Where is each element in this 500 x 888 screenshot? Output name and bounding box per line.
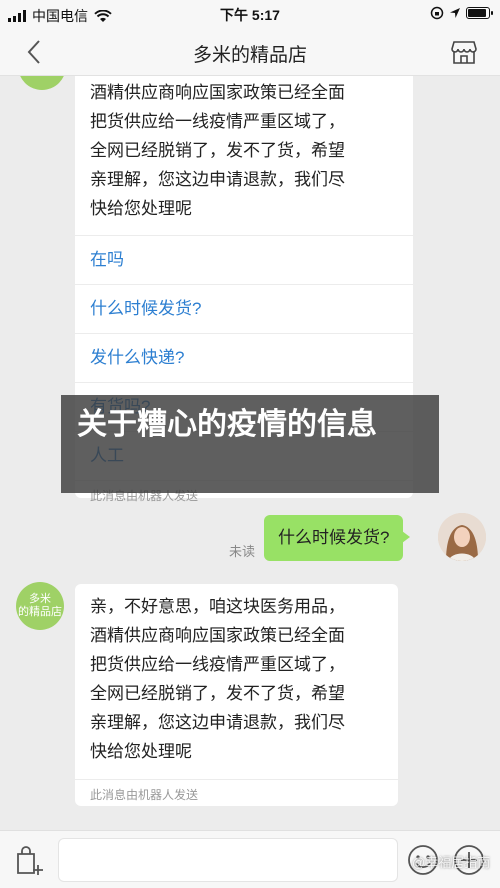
message-line: 全网已经脱销了，发不了货，希望 <box>90 684 345 703</box>
message-line: 把货供应给一线疫情严重区域了， <box>90 655 345 674</box>
quick-question-link[interactable]: 在吗 <box>75 236 413 284</box>
shop-avatar[interactable] <box>18 76 66 90</box>
user-photo-icon <box>438 513 486 561</box>
message-input[interactable] <box>58 838 398 882</box>
message-line: 亲理解，您这边申请退款，我们尽 <box>90 170 345 189</box>
message-line: 快给您处理呢 <box>90 742 192 761</box>
message-line: 全网已经脱销了，发不了货，希望 <box>90 141 345 160</box>
storefront-icon <box>451 41 477 64</box>
location-icon <box>450 8 460 18</box>
rotation-lock-icon <box>430 6 444 20</box>
user-avatar[interactable] <box>438 513 486 561</box>
shopping-bag-add-icon <box>17 846 43 875</box>
battery-icon <box>466 7 493 19</box>
message-line: 酒精供应商响应国家政策已经全面 <box>90 83 345 102</box>
bot-message-bubble: 亲，不好意思，咱这块医务用品， 酒精供应商响应国家政策已经全面 把货供应给一线疫… <box>75 584 398 806</box>
message-line: 亲理解，您这边申请退款，我们尽 <box>90 713 345 732</box>
shop-avatar[interactable]: 多米 的精品店 <box>16 582 64 630</box>
quick-question-link[interactable]: 什么时候发货? <box>75 285 413 333</box>
bot-note: 此消息由机器人发送 <box>75 779 398 809</box>
overlay-banner: 关于糟心的疫情的信息 <box>61 395 439 493</box>
status-time: 下午 5:17 <box>220 7 280 23</box>
message-line: 亲，不好意思，咱这块医务用品， <box>90 597 345 616</box>
watermark: @幸福居指南 <box>412 855 491 870</box>
cart-button[interactable] <box>12 843 46 877</box>
nav-bar: 多米的精品店 <box>0 28 500 76</box>
status-right <box>430 6 493 20</box>
message-line: 快给您处理呢 <box>90 199 192 218</box>
shop-avatar-text: 多米 的精品店 <box>18 593 62 618</box>
page-title: 多米的精品店 <box>192 45 307 66</box>
status-bar: 中国电信 下午 5:17 <box>0 0 500 28</box>
quick-question-link[interactable]: 发什么快递? <box>75 334 413 382</box>
user-message-bubble: 什么时候发货? <box>264 515 411 561</box>
message-line: 酒精供应商响应国家政策已经全面 <box>90 626 345 645</box>
message-line: 把货供应给一线疫情严重区域了， <box>90 112 345 131</box>
banner-text: 关于糟心的疫情的信息 <box>77 408 377 441</box>
read-status: 未读 <box>229 544 256 559</box>
shop-button[interactable] <box>450 38 478 66</box>
